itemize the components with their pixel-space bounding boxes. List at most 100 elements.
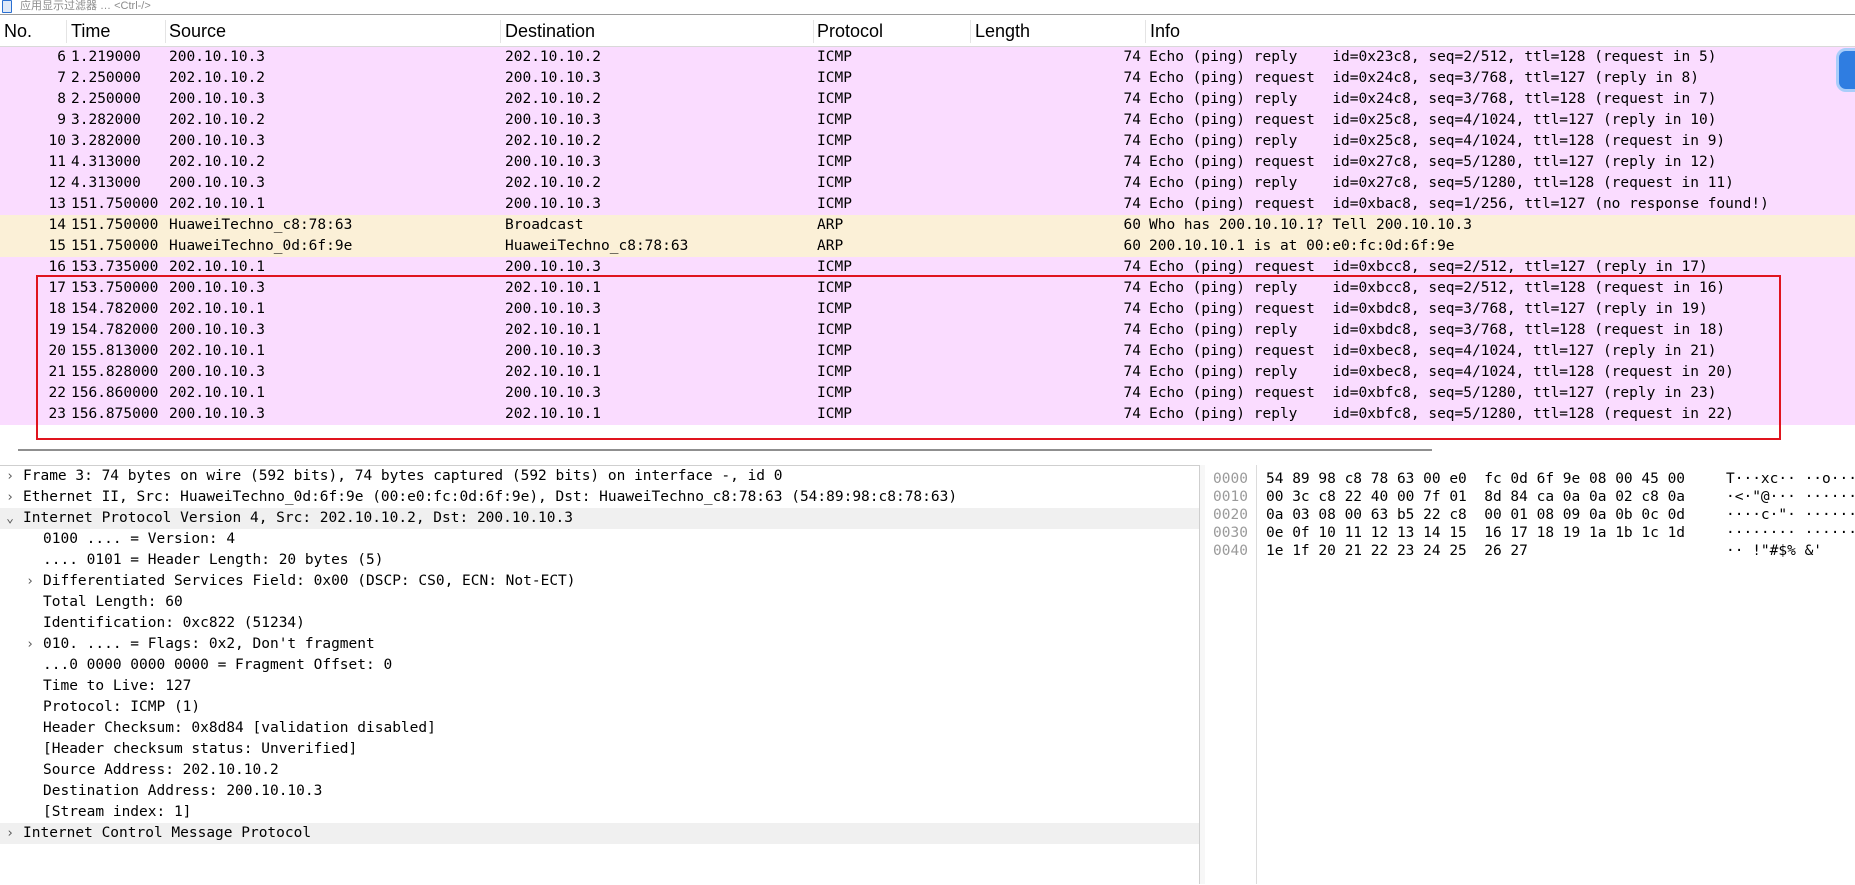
packet-row[interactable]: 21 155.828000 200.10.10.3 202.10.10.1 ICMP 74… <box>0 362 1855 383</box>
packet-row[interactable]: 19 154.782000 200.10.10.3 202.10.10.1 ICMP 74… <box>0 320 1855 341</box>
detail-text: Total Length: 60 <box>43 594 183 610</box>
packet-time-cell: 2.250000 <box>71 91 141 107</box>
display-filter-input[interactable]: 应用显示过滤器 … <Ctrl-/> <box>20 0 151 13</box>
column-header-no[interactable]: No. <box>4 16 32 47</box>
floating-assistant-icon[interactable] <box>1836 48 1855 92</box>
scrollbar-thumb[interactable] <box>18 449 1432 451</box>
detail-tree-item[interactable]: › Ethernet II, Src: HuaweiTechno_0d:6f:9e… <box>0 487 1199 508</box>
packet-len-cell: 74 <box>1123 49 1141 65</box>
bytes-row[interactable]: 0040 1e 1f 20 21 22 23 24 25 26 27 ·· !"#$… <box>1206 541 1855 562</box>
column-header-length[interactable]: Length <box>975 16 1030 47</box>
packet-info-cell: Echo (ping) reply id=0xbdc8, seq=3/768, … <box>1149 322 1726 338</box>
packet-details-pane[interactable]: › Frame 3: 74 bytes on wire (592 bits), 7… <box>0 465 1199 885</box>
packet-row[interactable]: 22 156.860000 202.10.10.1 200.10.10.3 ICMP 74… <box>0 383 1855 404</box>
bytes-asc: ·· !"#$% &' <box>1726 543 1823 559</box>
packet-row[interactable]: 20 155.813000 202.10.10.1 200.10.10.3 ICMP 74… <box>0 341 1855 362</box>
packet-row[interactable]: 17 153.750000 200.10.10.3 202.10.10.1 ICMP 74… <box>0 278 1855 299</box>
packet-list[interactable]: No. Time Source Destination Protocol Len… <box>0 16 1855 440</box>
packet-row[interactable]: 6 1.219000 200.10.10.3 202.10.10.2 ICMP 74 Ech… <box>0 47 1855 68</box>
packet-len-cell: 74 <box>1123 280 1141 296</box>
packet-row[interactable]: 8 2.250000 200.10.10.3 202.10.10.2 ICMP 74 Ech… <box>0 89 1855 110</box>
packet-row[interactable]: 18 154.782000 202.10.10.1 200.10.10.3 ICMP 74… <box>0 299 1855 320</box>
packet-len-cell: 74 <box>1123 343 1141 359</box>
detail-tree-item[interactable]: [Stream index: 1] <box>0 802 1199 823</box>
detail-tree-item[interactable]: › Internet Control Message Protocol <box>0 823 1199 844</box>
packet-row[interactable]: 16 153.735000 202.10.10.1 200.10.10.3 ICMP 74… <box>0 257 1855 278</box>
packet-no-cell: 8 <box>57 91 66 107</box>
packet-row[interactable]: 13 151.750000 202.10.10.1 200.10.10.3 ICMP 74… <box>0 194 1855 215</box>
packet-info-cell: Echo (ping) request id=0xbfc8, seq=5/128… <box>1149 385 1717 401</box>
packet-no-cell: 23 <box>48 406 66 422</box>
packet-info-cell: Echo (ping) reply id=0xbcc8, seq=2/512, … <box>1149 280 1726 296</box>
packet-proto-cell: ICMP <box>817 154 852 170</box>
detail-tree-item[interactable]: Identification: 0xc822 (51234) <box>0 613 1199 634</box>
packet-len-cell: 74 <box>1123 196 1141 212</box>
detail-tree-item[interactable]: Protocol: ICMP (1) <box>0 697 1199 718</box>
packet-row[interactable]: 7 2.250000 202.10.10.2 200.10.10.3 ICMP 74 Ech… <box>0 68 1855 89</box>
detail-text: [Header checksum status: Unverified] <box>43 741 358 757</box>
packet-dst-cell: 200.10.10.3 <box>505 112 602 128</box>
packet-dst-cell: 202.10.10.2 <box>505 49 602 65</box>
column-header-info[interactable]: Info <box>1150 16 1180 47</box>
packet-row[interactable]: 10 3.282000 200.10.10.3 202.10.10.2 ICMP 74 Ec… <box>0 131 1855 152</box>
detail-tree-item[interactable]: Total Length: 60 <box>0 592 1199 613</box>
column-header-source[interactable]: Source <box>169 16 226 47</box>
packet-len-cell: 60 <box>1123 238 1141 254</box>
packet-info-cell: Echo (ping) request id=0xbcc8, seq=2/512… <box>1149 259 1708 275</box>
column-header-time[interactable]: Time <box>71 16 110 47</box>
detail-tree-item[interactable]: ⌄ Internet Protocol Version 4, Src: 202.1… <box>0 508 1199 529</box>
packet-row[interactable]: 14 151.750000 HuaweiTechno_c8:78:63 Broadca… <box>0 215 1855 236</box>
packet-src-cell: HuaweiTechno_0d:6f:9e <box>169 238 353 254</box>
detail-tree-item[interactable]: 0100 .... = Version: 4 <box>0 529 1199 550</box>
packet-no-cell: 21 <box>48 364 66 380</box>
detail-tree-item[interactable]: Destination Address: 200.10.10.3 <box>0 781 1199 802</box>
collapsed-arrow-icon[interactable]: › <box>4 487 16 508</box>
bytes-off: 0040 <box>1213 543 1248 559</box>
collapsed-arrow-icon[interactable]: › <box>24 571 36 592</box>
packet-proto-cell: ICMP <box>817 385 852 401</box>
detail-tree-item[interactable]: [Header checksum status: Unverified] <box>0 739 1199 760</box>
detail-tree-item[interactable]: › Frame 3: 74 bytes on wire (592 bits), 7… <box>0 466 1199 487</box>
packet-len-cell: 74 <box>1123 70 1141 86</box>
packet-proto-cell: ICMP <box>817 196 852 212</box>
detail-tree-item[interactable]: › 010. .... = Flags: 0x2, Don't fragment <box>0 634 1199 655</box>
packet-time-cell: 4.313000 <box>71 175 141 191</box>
bytes-hex: 1e 1f 20 21 22 23 24 25 26 27 <box>1266 543 1528 559</box>
horizontal-scrollbar[interactable] <box>0 440 1855 452</box>
column-header-protocol[interactable]: Protocol <box>817 16 883 47</box>
packet-row[interactable]: 23 156.875000 200.10.10.3 202.10.10.1 ICMP 74… <box>0 404 1855 425</box>
details-vertical-scrollbar[interactable] <box>1200 465 1205 884</box>
collapsed-arrow-icon[interactable]: › <box>4 823 16 844</box>
collapsed-arrow-icon[interactable]: › <box>24 634 36 655</box>
packet-len-cell: 74 <box>1123 175 1141 191</box>
detail-tree-item[interactable]: Time to Live: 127 <box>0 676 1199 697</box>
packet-time-cell: 151.750000 <box>71 217 159 233</box>
packet-row[interactable]: 11 4.313000 202.10.10.2 200.10.10.3 ICMP 74 Ec… <box>0 152 1855 173</box>
detail-tree-item[interactable]: Header Checksum: 0x8d84 [validation disa… <box>0 718 1199 739</box>
collapsed-arrow-icon[interactable]: › <box>4 466 16 487</box>
packet-no-cell: 20 <box>48 343 66 359</box>
packet-info-cell: Echo (ping) request id=0x27c8, seq=5/128… <box>1149 154 1717 170</box>
packet-bytes-pane[interactable]: 0000 54 89 98 c8 78 63 00 e0 fc 0d 6f 9e … <box>1206 465 1855 884</box>
column-header-destination[interactable]: Destination <box>505 16 595 47</box>
packet-row[interactable]: 12 4.313000 200.10.10.3 202.10.10.2 ICMP 74 Ec… <box>0 173 1855 194</box>
detail-tree-item[interactable]: Source Address: 202.10.10.2 <box>0 760 1199 781</box>
packet-time-cell: 1.219000 <box>71 49 141 65</box>
detail-tree-item[interactable]: .... 0101 = Header Length: 20 bytes (5) <box>0 550 1199 571</box>
expanded-arrow-icon[interactable]: ⌄ <box>4 508 16 529</box>
packet-row[interactable]: 15 151.750000 HuaweiTechno_0d:6f:9e HuaweiT… <box>0 236 1855 257</box>
packet-src-cell: 200.10.10.3 <box>169 49 266 65</box>
detail-tree-item[interactable]: › Differentiated Services Field: 0x00 (DS… <box>0 571 1199 592</box>
packet-dst-cell: 202.10.10.2 <box>505 133 602 149</box>
detail-text: Protocol: ICMP (1) <box>43 699 201 715</box>
detail-tree-item[interactable]: ...0 0000 0000 0000 = Fragment Offset: 0 <box>0 655 1199 676</box>
packet-no-cell: 15 <box>48 238 66 254</box>
packet-info-cell: Echo (ping) reply id=0xbec8, seq=4/1024,… <box>1149 364 1734 380</box>
packet-dst-cell: 202.10.10.1 <box>505 406 602 422</box>
display-filter-bar[interactable]: 应用显示过滤器 … <Ctrl-/> <box>0 0 1855 15</box>
detail-text: Destination Address: 200.10.10.3 <box>43 783 323 799</box>
bookmark-filter-icon[interactable] <box>2 0 12 13</box>
packet-proto-cell: ICMP <box>817 70 852 86</box>
packet-src-cell: 202.10.10.1 <box>169 301 266 317</box>
packet-row[interactable]: 9 3.282000 202.10.10.2 200.10.10.3 ICMP 74 Ech… <box>0 110 1855 131</box>
